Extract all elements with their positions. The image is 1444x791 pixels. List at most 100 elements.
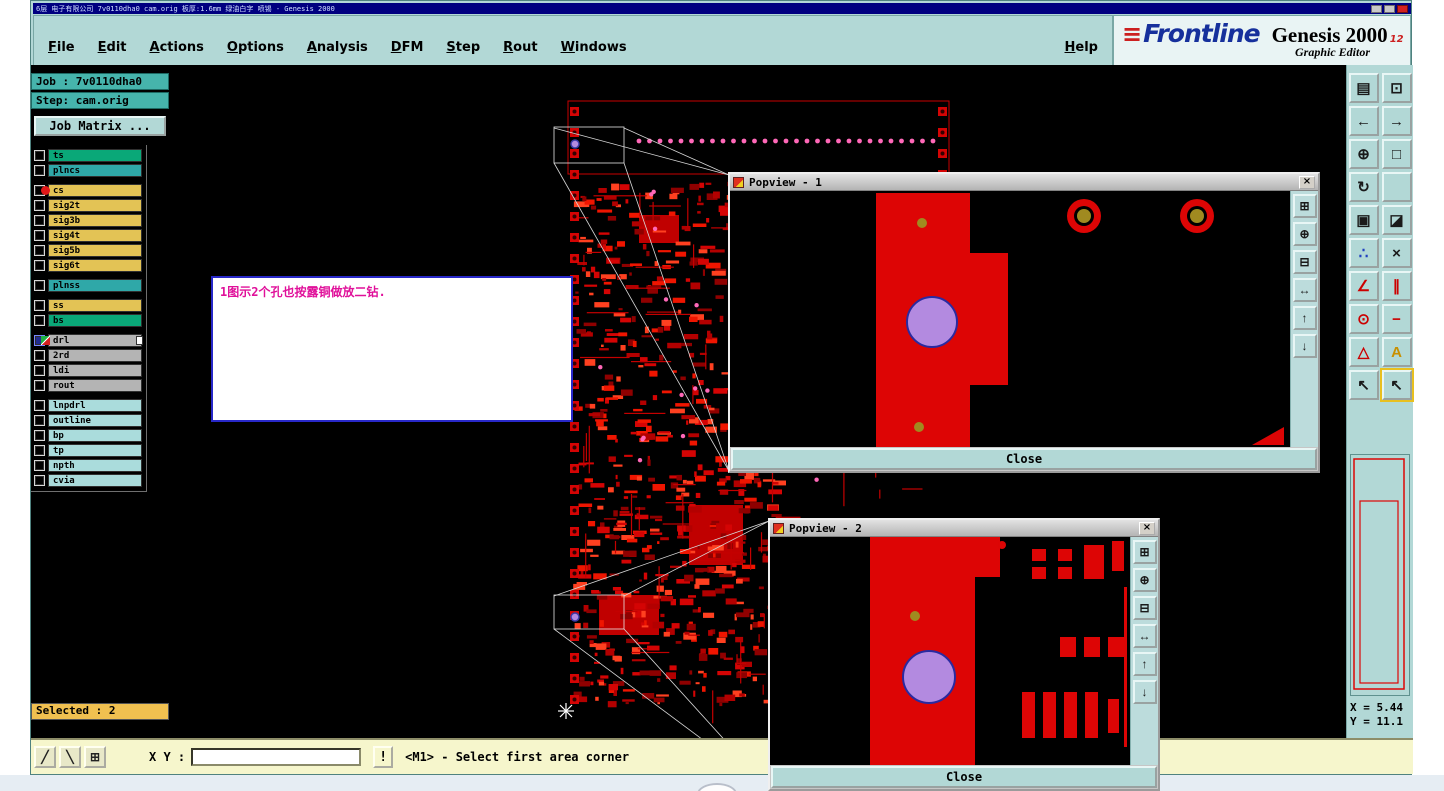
popup-zoom-out-button[interactable]: ⊟ — [1292, 250, 1317, 274]
layer-visibility-checkbox[interactable] — [34, 460, 45, 471]
layer-row-sig3b[interactable]: sig3b — [31, 214, 146, 227]
menu-windows[interactable]: Windows — [561, 40, 627, 55]
layer-visibility-checkbox[interactable] — [34, 215, 45, 226]
layer-name[interactable]: npth — [48, 459, 142, 472]
layer-row-tp[interactable]: tp — [31, 444, 146, 457]
popup-zoom-out-button[interactable]: ⊟ — [1132, 596, 1157, 620]
layer-visibility-checkbox[interactable] — [34, 350, 45, 361]
layer-visibility-checkbox[interactable] — [34, 315, 45, 326]
layer-row-plnss[interactable]: plnss — [31, 279, 146, 292]
popup-zoom-in-button[interactable]: ⊕ — [1132, 568, 1157, 592]
layer-visibility-checkbox[interactable] — [34, 430, 45, 441]
menu-rout[interactable]: Rout — [503, 40, 537, 55]
layer-name[interactable]: lnpdrl — [48, 399, 142, 412]
layer-name[interactable]: sig2t — [48, 199, 142, 212]
overview-pane[interactable] — [1350, 454, 1410, 696]
grid-toggle-button[interactable]: ⊞ — [84, 746, 106, 768]
popup-scroll-up-button[interactable]: ↑ — [1132, 652, 1157, 676]
screen-copy-button[interactable]: ▤ — [1348, 73, 1379, 103]
layer-row-npth[interactable]: npth — [31, 459, 146, 472]
dash-measure-button[interactable]: − — [1381, 304, 1412, 334]
layer-visibility-checkbox[interactable] — [34, 200, 45, 211]
layer-visibility-checkbox[interactable] — [34, 165, 45, 176]
layer-name[interactable]: tp — [48, 444, 142, 457]
layer-name[interactable]: sig6t — [48, 259, 142, 272]
warning-button[interactable]: ! — [373, 746, 394, 768]
text-tool-button[interactable]: A — [1381, 337, 1412, 367]
select-arrow-active-button[interactable]: ↖ — [1379, 368, 1414, 402]
layer-name[interactable]: outline — [48, 414, 142, 427]
menu-dfm[interactable]: DFM — [391, 40, 424, 55]
popview-2-window[interactable]: Popview - 2 × ⊞ ⊕ ⊟ ↔ ↑ ↓ Close — [768, 518, 1160, 791]
menu-step[interactable]: Step — [446, 40, 480, 55]
layer-row-sig5b[interactable]: sig5b — [31, 244, 146, 257]
measure-angle-button[interactable]: ∠ — [1348, 271, 1379, 301]
corner-select-button[interactable]: ╲ — [59, 746, 81, 768]
monitor-view-button[interactable]: ⊡ — [1381, 73, 1412, 103]
measure-line-button[interactable]: ╱ — [34, 746, 56, 768]
layer-row-sig6t[interactable]: sig6t — [31, 259, 146, 272]
minimize-button[interactable] — [1371, 4, 1382, 13]
popview-2-canvas[interactable] — [770, 537, 1130, 765]
layer-visibility-checkbox[interactable] — [34, 445, 45, 456]
popview-1-titlebar[interactable]: Popview - 1 × — [730, 174, 1318, 191]
layer-row-plncs[interactable]: plncs — [31, 164, 146, 177]
menu-options[interactable]: Options — [227, 40, 284, 55]
highlight-invert-button[interactable]: ▣ — [1348, 205, 1379, 235]
layer-name[interactable]: bs — [48, 314, 142, 327]
layer-row-lnpdrl[interactable]: lnpdrl — [31, 399, 146, 412]
layer-visibility-checkbox[interactable] — [34, 475, 45, 486]
layer-contrast-button[interactable]: ◪ — [1381, 205, 1412, 235]
select-arrow-button[interactable]: ↖ — [1348, 370, 1379, 400]
layer-name[interactable]: plnss — [48, 279, 142, 292]
layer-visibility-checkbox[interactable] — [34, 230, 45, 241]
menu-file[interactable]: File — [48, 40, 75, 55]
point-probe-button[interactable]: ⊙ — [1348, 304, 1379, 334]
zoom-area-button[interactable]: □ — [1381, 139, 1412, 169]
popview-2-close-button[interactable]: Close — [771, 766, 1157, 788]
layer-visibility-checkbox[interactable] — [34, 260, 45, 271]
popview-1-canvas[interactable] — [730, 191, 1290, 447]
layer-row-drl[interactable]: drl — [31, 334, 146, 347]
layer-visibility-checkbox[interactable] — [34, 400, 45, 411]
pan-right-button[interactable]: → — [1381, 106, 1412, 136]
layer-name[interactable]: cs — [48, 184, 142, 197]
popview-1-window[interactable]: Popview - 1 × ⊞ ⊕ ⊟ ↔ ↑ ↓ Close — [728, 172, 1320, 473]
menu-analysis[interactable]: Analysis — [307, 40, 368, 55]
job-matrix-button[interactable]: Job Matrix ... — [34, 116, 166, 136]
layer-visibility-checkbox[interactable] — [34, 245, 45, 256]
popview-2-titlebar[interactable]: Popview - 2 × — [770, 520, 1158, 537]
parallel-lines-button[interactable]: ∥ — [1381, 271, 1412, 301]
maximize-button[interactable] — [1384, 4, 1395, 13]
clear-highlight-button[interactable]: × — [1381, 238, 1412, 268]
layer-visibility-checkbox[interactable] — [34, 280, 45, 291]
layer-name[interactable]: ss — [48, 299, 142, 312]
layer-row-outline[interactable]: outline — [31, 414, 146, 427]
layer-name[interactable]: cvia — [48, 474, 142, 487]
layer-row-sig4t[interactable]: sig4t — [31, 229, 146, 242]
layer-row-2rd[interactable]: 2rd — [31, 349, 146, 362]
popup-fit-button[interactable]: ⊞ — [1292, 194, 1317, 218]
redraw-button[interactable]: ↻ — [1348, 172, 1379, 202]
layer-row-ldi[interactable]: ldi — [31, 364, 146, 377]
layer-name[interactable]: drl — [48, 334, 142, 347]
layer-row-cs[interactable]: cs — [31, 184, 146, 197]
layer-name[interactable]: sig4t — [48, 229, 142, 242]
layer-visibility-checkbox[interactable] — [34, 150, 45, 161]
popup-fit-button[interactable]: ⊞ — [1132, 540, 1157, 564]
zoom-home-button[interactable]: ⊕ — [1348, 139, 1379, 169]
popview-1-close-button[interactable]: Close — [731, 448, 1317, 470]
window-titlebar[interactable]: 6层 电子有限公司 7v0110dha0 cam.orig 板厚:1.6mm 绿… — [33, 3, 1411, 14]
menu-edit[interactable]: Edit — [98, 40, 127, 55]
layer-row-ts[interactable]: ts — [31, 149, 146, 162]
layer-visibility-checkbox[interactable] — [34, 415, 45, 426]
popup-pan-button[interactable]: ↔ — [1292, 278, 1317, 302]
popview-2-close-x[interactable]: × — [1139, 521, 1155, 535]
layer-row-sig2t[interactable]: sig2t — [31, 199, 146, 212]
layer-row-bp[interactable]: bp — [31, 429, 146, 442]
layer-visibility-checkbox[interactable] — [34, 300, 45, 311]
layer-row-ss[interactable]: ss — [31, 299, 146, 312]
layer-row-rout[interactable]: rout — [31, 379, 146, 392]
show-features-button[interactable]: ∴ — [1348, 238, 1379, 268]
layer-name[interactable]: sig3b — [48, 214, 142, 227]
